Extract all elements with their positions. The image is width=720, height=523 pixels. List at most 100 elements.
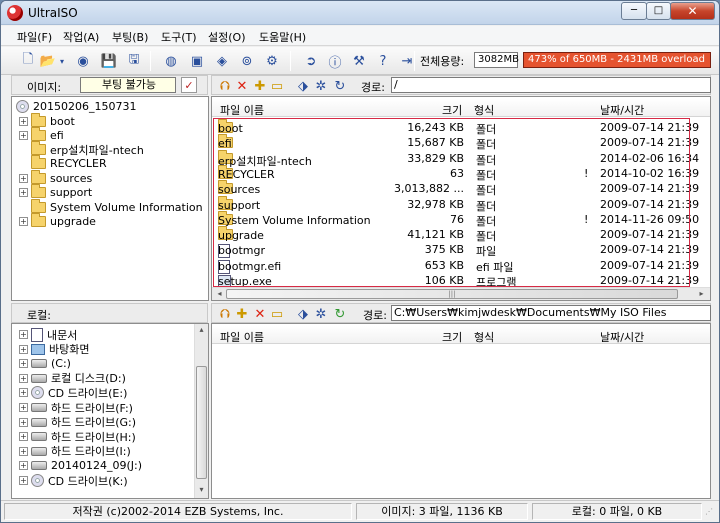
column-name[interactable]: 파일 이름 xyxy=(220,329,264,345)
tree-item-boot[interactable]: + boot xyxy=(19,113,75,129)
local-new-folder-icon[interactable]: ✚ xyxy=(232,304,252,324)
table-row[interactable]: sources 3,013,882 ... 폴더 2009-07-14 21:39 xyxy=(216,180,699,197)
maximize-button[interactable]: □ xyxy=(646,2,671,20)
help-icon[interactable]: ? xyxy=(373,51,393,71)
tree-item-system-volume[interactable]: System Volume Information xyxy=(19,199,203,215)
column-size[interactable]: 크기 xyxy=(442,329,462,345)
expand-icon[interactable]: + xyxy=(19,388,28,398)
local-tree-item[interactable]: + 바탕화면 xyxy=(19,342,89,357)
column-type[interactable]: 형식 xyxy=(474,329,494,345)
expand-icon[interactable]: + xyxy=(19,461,28,471)
local-rename-icon[interactable]: ▭ xyxy=(267,304,287,324)
table-row[interactable]: support 32,978 KB 폴더 2009-07-14 21:39 xyxy=(216,195,699,213)
expand-icon[interactable]: + xyxy=(19,330,28,339)
expand-icon[interactable]: + xyxy=(19,131,28,140)
new-file-icon[interactable]: 🗋 xyxy=(18,51,38,71)
table-row[interactable]: bootmgr.efi 653 KB efi 파일 2009-07-14 21:39 xyxy=(216,258,699,274)
scrollbar-thumb[interactable] xyxy=(196,366,207,479)
table-row[interactable]: upgrade 41,121 KB 폴더 2009-07-14 21:39 xyxy=(216,226,699,243)
extract-icon[interactable]: ⚙ xyxy=(262,51,282,71)
column-size[interactable]: 크기 xyxy=(442,102,462,118)
expand-icon[interactable]: + xyxy=(19,432,28,442)
table-row[interactable]: erp설치파일-ntech 33,829 KB 폴더 2014-02-06 16:34 xyxy=(216,149,699,168)
burn-cd-icon[interactable]: ◍ xyxy=(161,51,181,71)
save-icon[interactable]: 💾 xyxy=(99,51,119,71)
close-button[interactable]: ✕ xyxy=(670,2,715,20)
local-tree-item[interactable]: + CD 드라이브(E:) xyxy=(19,385,127,400)
expand-icon[interactable]: + xyxy=(19,188,28,197)
mount-virtual-drive-icon[interactable]: ⊚ xyxy=(237,51,257,71)
tree-item-upgrade[interactable]: + upgrade xyxy=(19,213,96,229)
save-as-icon[interactable]: 🖫 xyxy=(124,51,144,71)
options-icon[interactable]: ⚒ xyxy=(349,51,369,71)
minimize-button[interactable]: ─ xyxy=(621,2,647,20)
local-tree-item[interactable]: + 하드 드라이브(F:) xyxy=(19,400,133,415)
table-row[interactable]: efi 15,687 KB 폴더 2009-07-14 21:39 xyxy=(216,134,699,151)
column-date[interactable]: 날짜/시간 xyxy=(600,329,644,345)
menu-bootable[interactable]: 부팅(B) xyxy=(112,29,148,45)
tree-item-recycler[interactable]: RECYCLER xyxy=(19,155,107,171)
rename-icon[interactable]: ▭ xyxy=(267,76,287,96)
capacity-overload-bar[interactable]: 473% of 650MB - 2431MB overload xyxy=(523,52,711,68)
menu-file[interactable]: 파일(F) xyxy=(17,29,52,45)
expand-icon[interactable]: + xyxy=(19,476,28,485)
expand-icon[interactable]: + xyxy=(19,417,28,427)
expand-icon[interactable]: + xyxy=(19,117,28,126)
expand-icon[interactable]: + xyxy=(19,174,28,183)
scroll-right-icon[interactable]: ▸ xyxy=(695,289,708,298)
expand-icon[interactable]: + xyxy=(19,344,28,354)
refresh-icon[interactable]: ↻ xyxy=(330,76,350,96)
table-row[interactable]: RECYCLER 63 폴더! 2014-10-02 16:39 xyxy=(216,164,699,182)
column-name[interactable]: 파일 이름 xyxy=(220,102,264,118)
local-tree-item[interactable]: + (C:) xyxy=(19,356,71,371)
tree-item-support[interactable]: + support xyxy=(19,184,92,200)
boot-status-field[interactable]: 부팅 불가능 xyxy=(80,77,176,93)
table-row[interactable]: System Volume Information 76 폴더! 2014-11-26… xyxy=(216,210,699,228)
local-tree-item[interactable]: + 로컬 디스크(D:) xyxy=(19,371,126,386)
menu-actions[interactable]: 작업(A) xyxy=(63,29,99,45)
column-date[interactable]: 날짜/시간 xyxy=(600,102,644,118)
expand-icon[interactable]: + xyxy=(19,373,28,383)
local-path-field[interactable]: C:₩Users₩kimjwdesk₩Documents₩My ISO File… xyxy=(391,305,711,321)
scrollbar-thumb[interactable]: ||| xyxy=(226,289,678,299)
scroll-up-icon[interactable]: ▴ xyxy=(195,325,208,334)
add-file-icon[interactable]: ⬗ xyxy=(293,76,313,96)
scroll-left-icon[interactable]: ◂ xyxy=(213,289,226,298)
vertical-scrollbar[interactable]: ▴ ▾ xyxy=(194,324,208,498)
local-tree-item[interactable]: + 내문서 xyxy=(19,327,77,342)
expand-icon[interactable]: + xyxy=(19,217,28,226)
menu-help[interactable]: 도움말(H) xyxy=(259,29,306,45)
expand-icon[interactable]: + xyxy=(19,446,28,456)
expand-icon[interactable]: + xyxy=(19,359,28,369)
local-tree-item[interactable]: + 하드 드라이브(H:) xyxy=(19,429,136,444)
local-tree-item[interactable]: + CD 드라이브(K:) xyxy=(19,473,128,488)
local-refresh-icon[interactable]: ↻ xyxy=(330,304,350,324)
table-row[interactable]: bootmgr 375 KB 파일 2009-07-14 21:39 xyxy=(216,242,699,259)
table-row[interactable]: setup.exe 106 KB 프로그램 2009-07-14 21:39 xyxy=(216,273,699,289)
properties-icon[interactable]: ➲ xyxy=(301,51,321,71)
delete-icon[interactable]: ✕ xyxy=(232,76,252,96)
scroll-down-icon[interactable]: ▾ xyxy=(195,485,208,494)
make-cd-image-icon[interactable]: ▣ xyxy=(187,51,207,71)
boot-check-icon[interactable]: ✓ xyxy=(181,77,197,93)
local-add-icon[interactable]: ⬗ xyxy=(293,304,313,324)
local-tree-item[interactable]: + 하드 드라이브(I:) xyxy=(19,444,131,459)
tree-root-item[interactable]: 20150206_150731 xyxy=(16,99,136,114)
local-settings-gear-icon[interactable]: ✲ xyxy=(311,304,331,324)
horizontal-scrollbar[interactable]: ◂ ||| ▸ xyxy=(212,287,710,300)
open-folder-icon[interactable]: 📂 xyxy=(38,51,58,71)
resize-grip-icon[interactable]: ⋰ xyxy=(705,507,713,516)
expand-icon[interactable]: + xyxy=(19,403,28,412)
compress-image-icon[interactable]: ◈ xyxy=(212,51,232,71)
local-tree-item[interactable]: + 하드 드라이브(G:) xyxy=(19,415,136,430)
settings-gear-icon[interactable]: ✲ xyxy=(311,76,331,96)
local-tree-item[interactable]: +20140124_09(J:) xyxy=(19,458,142,473)
info-icon[interactable]: ⓘ xyxy=(325,51,345,71)
open-cd-icon[interactable]: ◉ xyxy=(73,51,93,71)
open-dropdown-icon[interactable]: ▾ xyxy=(57,51,67,71)
menu-tools[interactable]: 도구(T) xyxy=(161,29,197,45)
column-type[interactable]: 형식 xyxy=(474,102,494,118)
menu-options[interactable]: 설정(O) xyxy=(208,29,245,45)
tree-item-sources[interactable]: + sources xyxy=(19,170,92,186)
table-row[interactable]: boot 16,243 KB 폴더 2009-07-14 21:39 xyxy=(216,119,699,136)
